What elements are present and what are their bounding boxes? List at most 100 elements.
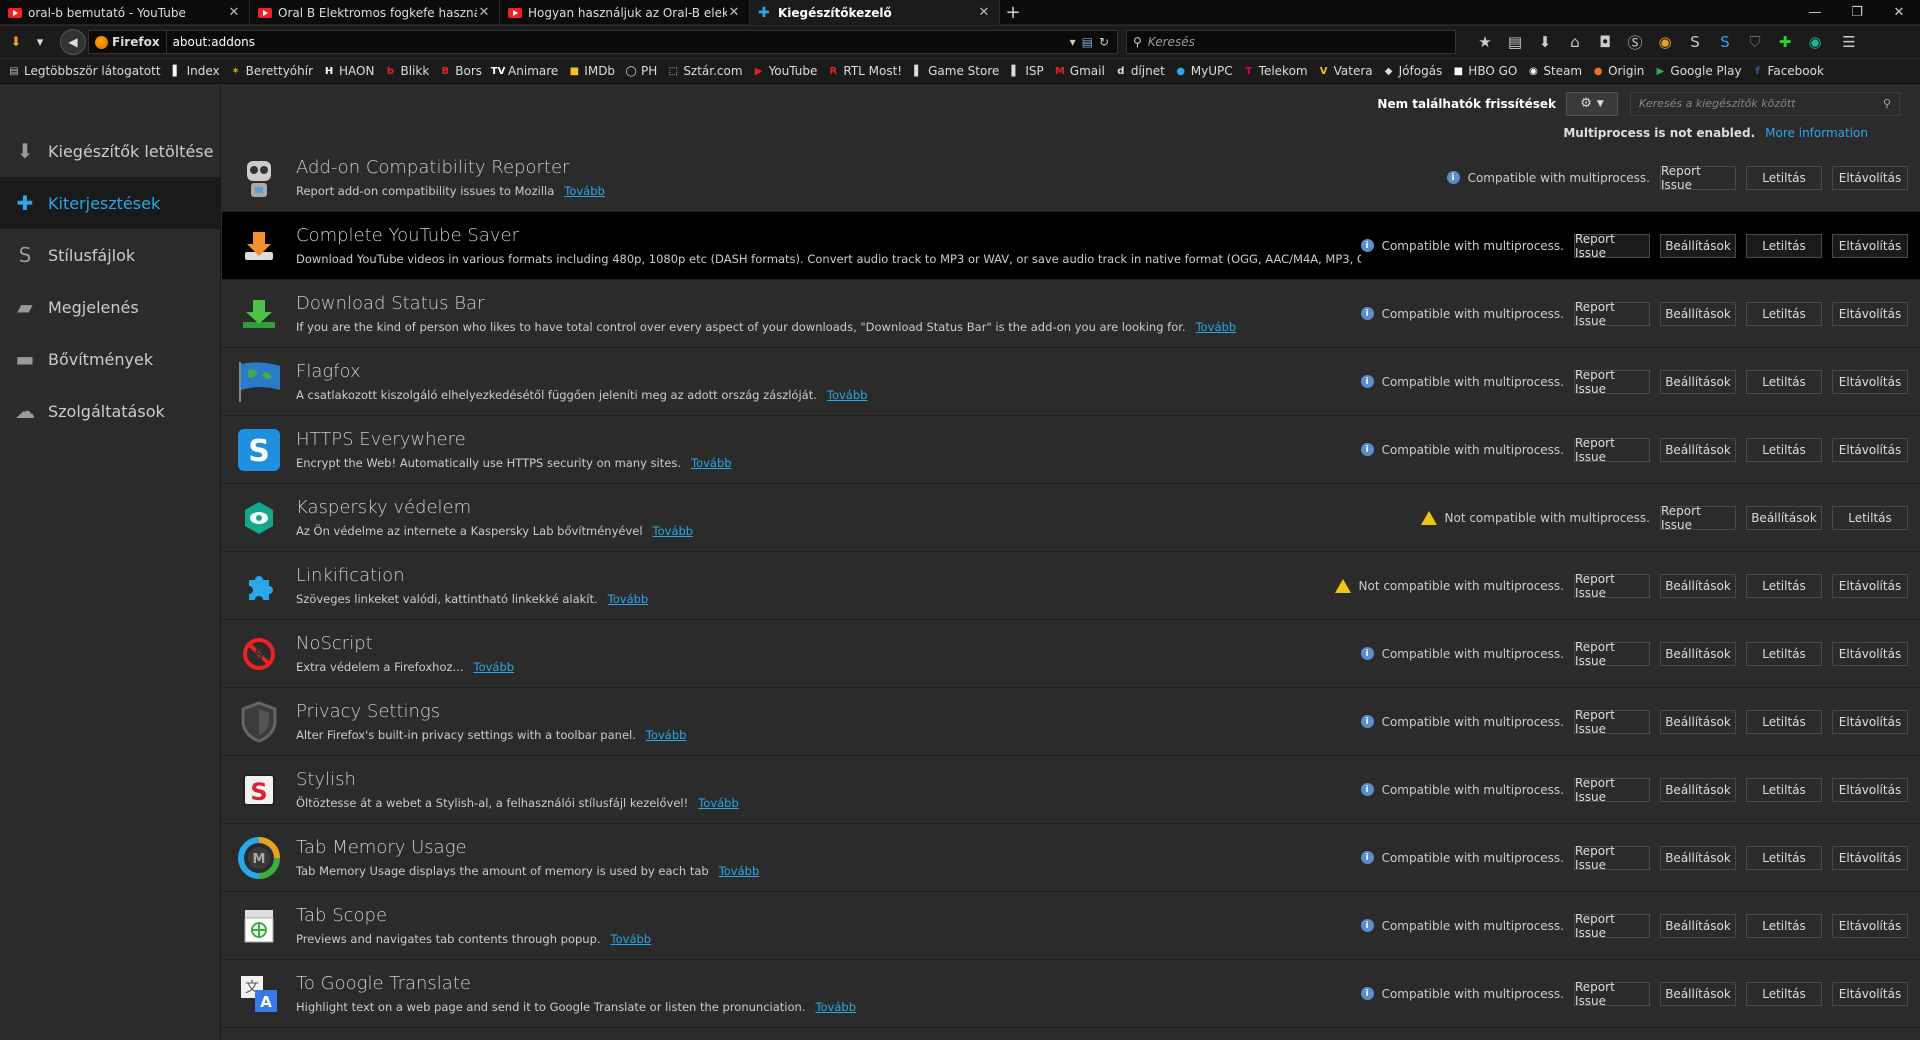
disable-button[interactable]: Letiltás xyxy=(1746,777,1822,802)
bookmark-item[interactable]: ● MyUPC xyxy=(1175,64,1232,78)
kaspersky-toolbar-icon[interactable]: ◉ xyxy=(1800,30,1830,54)
disable-button[interactable]: Letiltás xyxy=(1832,505,1908,530)
disable-button[interactable]: Letiltás xyxy=(1746,573,1822,598)
settings-button[interactable]: Beállítások xyxy=(1660,981,1736,1006)
report-issue-button[interactable]: Report Issue xyxy=(1574,368,1650,396)
more-link[interactable]: Tovább xyxy=(698,796,739,810)
more-link[interactable]: Tovább xyxy=(564,184,605,198)
report-issue-button[interactable]: Report Issue xyxy=(1574,640,1650,668)
bookmark-item[interactable]: ▌ Game Store xyxy=(912,64,999,78)
tab-2[interactable]: Oral B Elektromos fogkefe használati✕ xyxy=(250,0,500,25)
settings-button[interactable]: Beállítások xyxy=(1660,777,1736,802)
close-icon[interactable]: ✕ xyxy=(227,5,241,20)
remove-button[interactable]: Eltávolítás xyxy=(1832,369,1908,394)
category-puzzle[interactable]: ✚ Kiterjesztések xyxy=(0,177,220,229)
more-link[interactable]: Tovább xyxy=(608,592,649,606)
category-appearance[interactable]: ▰ Megjelenés xyxy=(0,281,220,333)
bookmark-item[interactable]: ▶ Google Play xyxy=(1654,64,1742,78)
category-services[interactable]: ☁ Szolgáltatások xyxy=(0,385,220,437)
close-window-icon[interactable]: ✕ xyxy=(1878,0,1920,25)
report-issue-button[interactable]: Report Issue xyxy=(1574,776,1650,804)
bookmark-item[interactable]: B Bors xyxy=(439,64,482,78)
remove-button[interactable]: Eltávolítás xyxy=(1832,301,1908,326)
settings-button[interactable]: Beállítások xyxy=(1660,709,1736,734)
more-link[interactable]: Tovább xyxy=(719,864,760,878)
bookmark-item[interactable]: R RTL Most! xyxy=(827,64,903,78)
remove-button[interactable]: Eltávolítás xyxy=(1832,641,1908,666)
stylish-toolbar-icon[interactable]: S xyxy=(1680,30,1710,54)
tab-4[interactable]: ✚ Kiegészítőkezelő ✕ xyxy=(750,0,1000,25)
settings-button[interactable]: Beállítások xyxy=(1660,369,1736,394)
report-issue-button[interactable]: Report Issue xyxy=(1574,980,1650,1008)
hamburger-menu-icon[interactable]: ☰ xyxy=(1834,30,1864,54)
more-link[interactable]: Tovább xyxy=(815,1000,856,1014)
disable-button[interactable]: Letiltás xyxy=(1746,709,1822,734)
disable-button[interactable]: Letiltás xyxy=(1746,301,1822,326)
addon-row[interactable]: Flagfox A csatlakozott kiszolgáló elhelye… xyxy=(222,348,1920,416)
tools-gear-button[interactable]: ⚙ ▼ xyxy=(1566,91,1618,116)
search-bar[interactable]: ⚲ Keresés xyxy=(1126,30,1456,54)
https-toolbar-icon[interactable]: S xyxy=(1710,30,1740,54)
more-link[interactable]: Tovább xyxy=(691,456,732,470)
report-issue-button[interactable]: Report Issue xyxy=(1574,708,1650,736)
url-bar[interactable]: Firefox about:addons ▾ ▤ ↻ xyxy=(88,30,1118,54)
category-plugin[interactable]: ▬ Bővítmények xyxy=(0,333,220,385)
tab-1[interactable]: oral-b bemutató - YouTube ✕ xyxy=(0,0,250,25)
addon-row[interactable]: Linkification Szöveges linkeket valódi, k… xyxy=(222,552,1920,620)
addon-row[interactable]: Download Status Bar If you are the kind o… xyxy=(222,280,1920,348)
report-issue-button[interactable]: Report Issue xyxy=(1574,300,1650,328)
close-icon[interactable]: ✕ xyxy=(977,5,991,20)
bookmark-item[interactable]: ◉ Steam xyxy=(1527,64,1582,78)
report-issue-button[interactable]: Report Issue xyxy=(1574,232,1650,260)
privacy-toolbar-icon[interactable]: ⛉ xyxy=(1740,30,1770,54)
download-indicator-icon[interactable]: ⬇ xyxy=(4,30,28,54)
reader-view-icon[interactable]: ▤ xyxy=(1082,35,1093,49)
bookmark-item[interactable]: ▌ ISP xyxy=(1009,64,1044,78)
bookmark-item[interactable]: TV Animare xyxy=(491,64,559,78)
report-issue-button[interactable]: Report Issue xyxy=(1574,572,1650,600)
disable-button[interactable]: Letiltás xyxy=(1746,845,1822,870)
bookmark-item[interactable]: b Blikk xyxy=(384,64,429,78)
bookmark-star-icon[interactable]: ★ xyxy=(1470,30,1500,54)
more-link[interactable]: Tovább xyxy=(474,660,515,674)
dropdown-arrow-icon[interactable]: ▾ xyxy=(1070,35,1076,49)
addon-search-input[interactable]: Keresés a kiegészítők között ⚲ xyxy=(1630,91,1900,116)
bookmark-item[interactable]: T Telekom xyxy=(1243,64,1307,78)
remove-button[interactable]: Eltávolítás xyxy=(1832,845,1908,870)
remove-button[interactable]: Eltávolítás xyxy=(1832,437,1908,462)
settings-button[interactable]: Beállítások xyxy=(1660,573,1736,598)
close-icon[interactable]: ✕ xyxy=(727,5,741,20)
settings-button[interactable]: Beállítások xyxy=(1660,233,1736,258)
disable-button[interactable]: Letiltás xyxy=(1746,233,1822,258)
bookmark-item[interactable]: ■ HBO GO xyxy=(1452,64,1518,78)
settings-button[interactable]: Beállítások xyxy=(1660,301,1736,326)
addon-row[interactable]: Kaspersky védelem Az Ön védelme az intern… xyxy=(222,484,1920,552)
addon-row[interactable]: S Stylish Öltöztesse át a webet a Stylish-… xyxy=(222,756,1920,824)
addon-row[interactable]: 文 A To Google Translate Highlight text on a… xyxy=(222,960,1920,1028)
category-stylish[interactable]: S Stílusfájlok xyxy=(0,229,220,281)
addon-row[interactable]: Tab Scope Previews and navigates tab cont… xyxy=(222,892,1920,960)
bookmark-item[interactable]: ● Origin xyxy=(1592,64,1645,78)
more-information-link[interactable]: More information xyxy=(1765,126,1868,140)
remove-button[interactable]: Eltávolítás xyxy=(1832,709,1908,734)
addon-row[interactable]: S HTTPS Everywhere Encrypt the Web! Automa… xyxy=(222,416,1920,484)
bookmark-item[interactable]: f Facebook xyxy=(1752,64,1824,78)
bookmark-item[interactable]: d díjnet xyxy=(1115,64,1165,78)
menu-chevron-down-icon[interactable]: ▾ xyxy=(28,30,52,54)
tab-3[interactable]: Hogyan használjuk az Oral-B elektron✕ xyxy=(500,0,750,25)
new-tab-button[interactable]: + xyxy=(1000,0,1026,24)
bookmark-item[interactable]: ⬚ Sztár.com xyxy=(667,64,743,78)
settings-button[interactable]: Beállítások xyxy=(1660,437,1736,462)
addon-row[interactable]: S NoScript Extra védelem a Firefoxhoz... To… xyxy=(222,620,1920,688)
bookmark-item[interactable]: ▌ Index xyxy=(171,64,220,78)
close-icon[interactable]: ✕ xyxy=(477,5,491,20)
remove-button[interactable]: Eltávolítás xyxy=(1832,233,1908,258)
settings-button[interactable]: Beállítások xyxy=(1746,505,1822,530)
addon-row[interactable]: M Tab Memory Usage Tab Memory Usage displa… xyxy=(222,824,1920,892)
disable-button[interactable]: Letiltás xyxy=(1746,913,1822,938)
bookmark-item[interactable]: V Vatera xyxy=(1318,64,1373,78)
report-issue-button[interactable]: Report Issue xyxy=(1574,912,1650,940)
report-issue-button[interactable]: Report Issue xyxy=(1574,844,1650,872)
addon-row[interactable]: Privacy Settings Alter Firefox's built-in… xyxy=(222,688,1920,756)
remove-button[interactable]: Eltávolítás xyxy=(1832,777,1908,802)
